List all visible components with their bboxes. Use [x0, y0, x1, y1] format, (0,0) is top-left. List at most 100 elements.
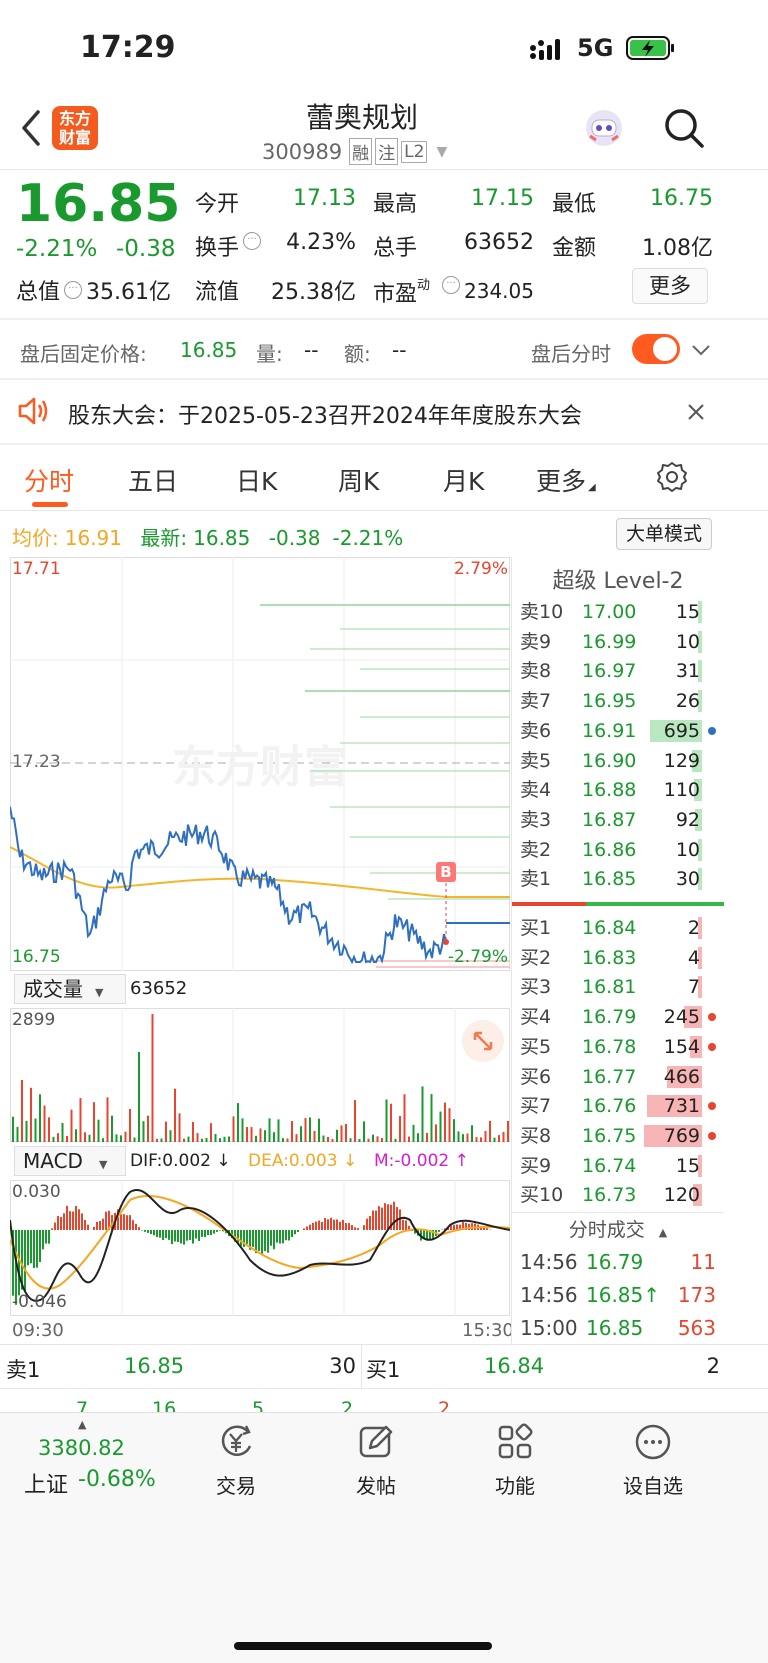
after-hours-amt-label: 额:	[344, 342, 371, 366]
turnover-value: 4.23%	[286, 230, 356, 255]
ask-level: 卖3	[520, 808, 552, 831]
tab-monthly-k[interactable]: 月K	[443, 462, 484, 498]
bid-row[interactable]: 买9 16.74 15	[512, 1151, 724, 1181]
tab-daily-k[interactable]: 日K	[236, 462, 277, 498]
time-end: 15:30	[462, 1320, 514, 1341]
bid-level: 买6	[520, 1065, 552, 1088]
index-name[interactable]: 上证	[24, 1467, 68, 1499]
after-hours-amt: --	[392, 338, 407, 362]
bid-row[interactable]: 买7 16.76 731	[512, 1091, 724, 1121]
after-hours-toggle[interactable]	[632, 334, 680, 364]
chevron-down-icon[interactable]	[690, 340, 712, 360]
ask-row[interactable]: 卖5 16.90 129	[512, 746, 724, 776]
last-price: 16.85	[16, 174, 181, 234]
big-order-mode-button[interactable]: 大单模式	[616, 518, 712, 550]
bid-row[interactable]: 买3 16.81 7	[512, 972, 724, 1002]
bid-row[interactable]: 买4 16.79 245	[512, 1002, 724, 1032]
ask-level: 卖7	[520, 690, 552, 713]
bid-level: 买1	[520, 917, 552, 939]
bid-vol: 466	[663, 1065, 700, 1088]
pe-label: 市盈动	[373, 278, 431, 307]
close-icon[interactable]	[686, 402, 706, 422]
stock-code-row[interactable]: 300989 融 注 L2 ▼	[262, 138, 447, 165]
bid-dot	[708, 1042, 716, 1051]
bid-price: 16.73	[582, 1184, 637, 1207]
open-label: 今开	[195, 192, 240, 217]
ask-row[interactable]: 卖8 16.97 31	[512, 656, 724, 686]
ask-row[interactable]: 卖6 16.91 695	[512, 716, 724, 746]
tag-l2: L2	[401, 140, 428, 163]
ask-row[interactable]: 卖9 16.99 10	[512, 627, 724, 657]
ask-vol: 92	[675, 808, 700, 831]
info-dots-icon[interactable]: ···	[243, 232, 262, 250]
after-hours-vol-label: 量:	[256, 342, 283, 366]
yen-cycle-icon	[221, 1425, 252, 1456]
tab-weekly-k[interactable]: 周K	[338, 462, 379, 498]
total-mcap: 总值 ··· 35.61亿	[16, 274, 171, 306]
bid-dot	[708, 1131, 716, 1140]
low-value: 16.75	[650, 186, 713, 211]
battery-icon	[626, 34, 676, 62]
index-value[interactable]: 3380.82	[38, 1436, 125, 1460]
low-label: 最低	[552, 192, 597, 217]
more-button[interactable]: 更多	[632, 268, 708, 304]
buy-marker[interactable]: B	[436, 862, 456, 882]
bid-row[interactable]: 买10 16.73 120	[512, 1180, 724, 1210]
pct-max-label: 2.79%	[453, 559, 508, 579]
ask-price: 16.91	[582, 719, 637, 742]
info-dots-icon[interactable]: ···	[442, 276, 460, 294]
status-time: 17:29	[80, 30, 176, 65]
change-pct: -2.21%	[16, 236, 98, 262]
ask-price: 16.97	[582, 660, 637, 683]
ask-row[interactable]: 卖4 16.88 110	[512, 775, 724, 805]
nav-trade-label: 交易	[216, 1474, 256, 1498]
nav-post[interactable]: 发帖	[336, 1422, 416, 1502]
bid-level: 买9	[520, 1154, 552, 1177]
bid-row[interactable]: 买2 16.83 4	[512, 943, 724, 973]
ask-level: 卖10	[520, 601, 564, 623]
grid-icon	[498, 1423, 533, 1459]
bid-price: 16.83	[582, 946, 637, 969]
ask-row[interactable]: 卖3 16.87 92	[512, 805, 724, 835]
bid-price: 16.74	[582, 1154, 637, 1177]
nav-add-watchlist[interactable]: 设自选	[608, 1422, 698, 1502]
volume-selector[interactable]: 成交量 ▼	[14, 974, 126, 1004]
intraday-chart[interactable]: 东方财富 17.71 17.23 16.75 2.79% -2.79% B	[9, 557, 510, 971]
info-dots-icon[interactable]: ···	[64, 281, 83, 299]
gear-icon[interactable]	[655, 460, 689, 494]
ask-price: 16.95	[582, 690, 637, 713]
ask-row[interactable]: 卖2 16.86 10	[512, 835, 724, 865]
nav-functions[interactable]: 功能	[475, 1422, 555, 1502]
nav-trade[interactable]: 交易	[196, 1422, 276, 1502]
open-value: 17.13	[293, 186, 356, 211]
index-pct[interactable]: -0.68%	[78, 1467, 156, 1492]
more-circle-icon	[635, 1424, 671, 1460]
ask-level: 卖4	[520, 779, 552, 802]
tab-five-day[interactable]: 五日	[128, 462, 178, 498]
expand-icon[interactable]	[462, 1020, 504, 1062]
volume-max-label: 2899	[12, 1010, 56, 1030]
robot-assistant-icon[interactable]	[582, 106, 626, 150]
ask-row[interactable]: 卖7 16.95 26	[512, 686, 724, 716]
search-icon[interactable]	[662, 106, 706, 150]
notice-text[interactable]: 股东大会：于2025-05-23召开2024年年度股东大会	[68, 398, 582, 430]
mcap-label: 总值	[16, 280, 61, 305]
high-value: 17.15	[471, 186, 534, 211]
nav-functions-label: 功能	[495, 1474, 535, 1498]
bid-row[interactable]: 买8 16.75 769	[512, 1121, 724, 1151]
bid-row[interactable]: 买6 16.77 466	[512, 1062, 724, 1092]
level2-title[interactable]: 超级 Level-2	[512, 563, 724, 595]
tab-intraday[interactable]: 分时	[24, 462, 74, 507]
macd-selector[interactable]: MACD ▼	[14, 1146, 126, 1176]
tag-watch: 注	[375, 138, 399, 165]
ask-price: 17.00	[582, 601, 637, 623]
bid-row[interactable]: 买1 16.84 2	[512, 913, 724, 943]
ask-row[interactable]: 卖10 17.00 15	[512, 597, 724, 627]
ask-vol: 110	[663, 779, 700, 802]
bid-row[interactable]: 买5 16.78 154	[512, 1032, 724, 1062]
bid-vol: 731	[663, 1095, 700, 1118]
ticks-header[interactable]: 分时成交 ▲	[512, 1212, 724, 1246]
tab-more[interactable]: 更多 ◢	[536, 462, 596, 498]
bid-price: 16.79	[582, 1006, 637, 1029]
ask-row[interactable]: 卖1 16.85 30	[512, 864, 724, 894]
